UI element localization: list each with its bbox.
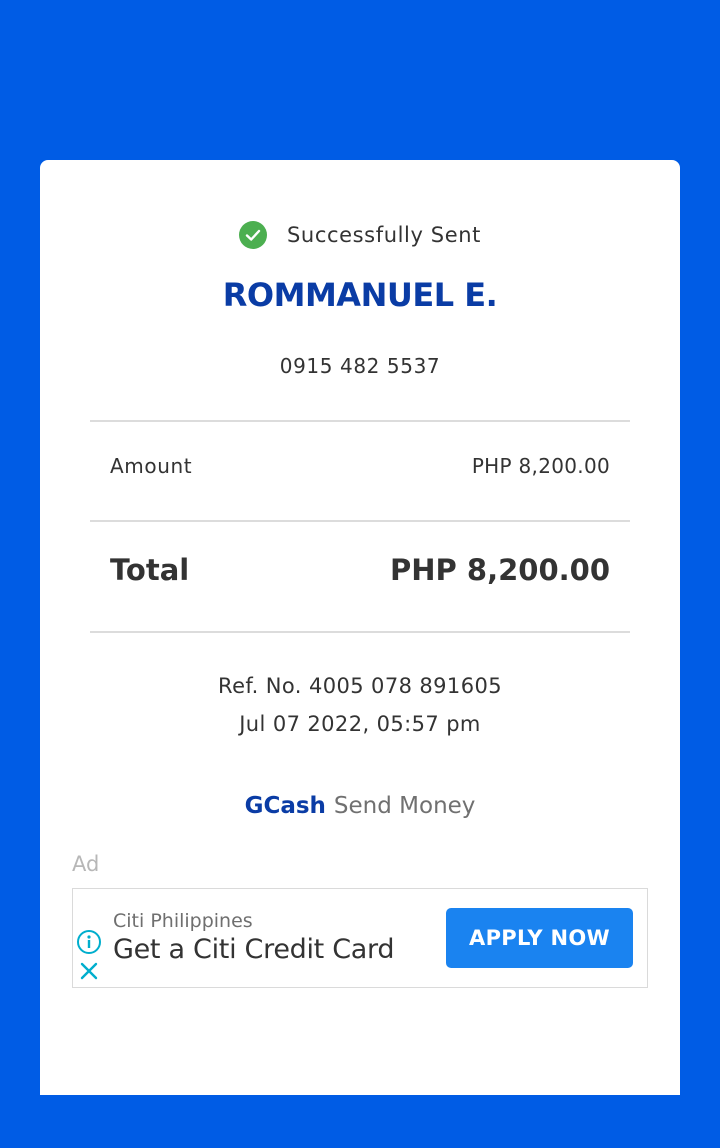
- divider: [90, 420, 630, 422]
- info-icon[interactable]: [76, 929, 102, 955]
- reference-number: Ref. No. 4005 078 891605: [218, 674, 502, 698]
- divider: [90, 631, 630, 633]
- status-text: Successfully Sent: [286, 223, 481, 247]
- amount-value: PHP 8,200.00: [471, 454, 610, 478]
- recipient-name: ROMMANUEL E.: [222, 276, 498, 314]
- apply-now-button[interactable]: APPLY NOW: [446, 908, 633, 968]
- recipient-number: 0915 482 5537: [279, 354, 441, 378]
- divider: [90, 520, 630, 522]
- ad-advertiser: Citi Philippines: [113, 910, 253, 932]
- transaction-datetime: Jul 07 2022, 05:57 pm: [239, 712, 481, 736]
- receipt-card: Successfully Sent ROMMANUEL E. 0915 482 …: [40, 160, 680, 1095]
- amount-label: Amount: [110, 454, 193, 478]
- status-row: Successfully Sent: [40, 221, 680, 249]
- close-icon[interactable]: [79, 961, 99, 981]
- ad-banner[interactable]: Citi Philippines Get a Citi Credit Card …: [72, 888, 648, 988]
- brand-row: GCash Send Money: [40, 793, 680, 819]
- receipt-zigzag-edge: [40, 1083, 680, 1093]
- ad-headline[interactable]: Get a Citi Credit Card: [113, 934, 395, 965]
- service-name: Send Money: [333, 793, 476, 819]
- gcash-logo-text: GCash: [244, 793, 326, 819]
- check-circle-icon: [238, 221, 267, 249]
- ad-label: Ad: [72, 852, 100, 876]
- total-label: Total: [110, 553, 190, 587]
- total-value: PHP 8,200.00: [390, 553, 610, 587]
